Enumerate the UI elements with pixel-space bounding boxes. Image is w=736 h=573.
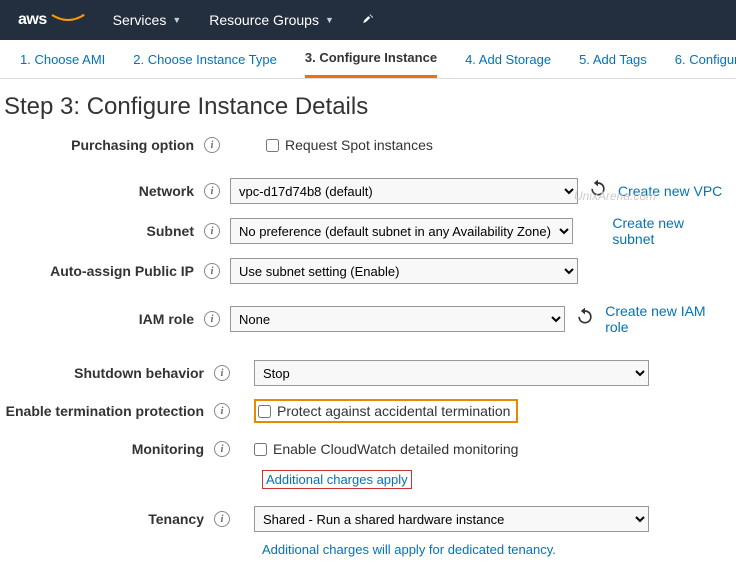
select-network[interactable]: vpc-d17d74b8 (default): [230, 178, 578, 204]
label-monitoring: Monitoring: [0, 441, 210, 457]
link-additional-charges[interactable]: Additional charges apply: [266, 472, 408, 487]
row-shutdown-behavior: Shutdown behavior i Stop: [0, 359, 728, 387]
info-icon[interactable]: i: [214, 441, 230, 457]
nav-services-label: Services: [113, 12, 167, 28]
label-purchasing-option: Purchasing option: [0, 137, 200, 153]
aws-logo[interactable]: aws: [18, 11, 85, 29]
tenancy-note: Additional charges will apply for dedica…: [262, 542, 556, 557]
link-create-iam-role[interactable]: Create new IAM role: [605, 303, 728, 335]
checkbox-monitoring-wrapper[interactable]: Enable CloudWatch detailed monitoring: [254, 441, 518, 457]
info-icon[interactable]: i: [204, 183, 220, 199]
page-title: Step 3: Configure Instance Details: [0, 79, 736, 127]
row-purchasing-option: Purchasing option i Request Spot instanc…: [0, 131, 728, 159]
select-public-ip[interactable]: Use subnet setting (Enable): [230, 258, 578, 284]
checkbox-termination-label: Protect against accidental termination: [277, 403, 510, 419]
form-section-2: Shutdown behavior i Stop Enable terminat…: [0, 355, 736, 563]
checkbox-monitoring-label: Enable CloudWatch detailed monitoring: [273, 441, 518, 457]
checkbox-termination-protection[interactable]: [258, 405, 271, 418]
label-network: Network: [0, 183, 200, 199]
aws-smile-icon: [51, 14, 85, 24]
info-icon[interactable]: i: [214, 511, 230, 527]
info-icon[interactable]: i: [204, 137, 220, 153]
select-iam-role[interactable]: None: [230, 306, 565, 332]
tab-add-storage[interactable]: 4. Add Storage: [465, 52, 551, 77]
row-termination-protection: Enable termination protection i Protect …: [0, 397, 728, 425]
label-public-ip: Auto-assign Public IP: [0, 263, 200, 279]
aws-logo-text: aws: [18, 11, 47, 28]
row-tenancy: Tenancy i Shared - Run a shared hardware…: [0, 505, 728, 533]
label-iam-role: IAM role: [0, 311, 200, 327]
nav-resource-groups[interactable]: Resource Groups ▼: [209, 12, 334, 28]
label-termination-protection: Enable termination protection: [0, 403, 210, 419]
checkbox-spot-instances-wrapper[interactable]: Request Spot instances: [266, 137, 433, 153]
checkbox-spot-instances[interactable]: [266, 139, 279, 152]
row-monitoring: Monitoring i Enable CloudWatch detailed …: [0, 435, 728, 463]
pin-icon[interactable]: [362, 12, 376, 29]
checkbox-spot-instances-label: Request Spot instances: [285, 137, 433, 153]
highlight-box-orange: Protect against accidental termination: [254, 399, 518, 423]
highlight-box-red: Additional charges apply: [262, 470, 412, 489]
select-tenancy[interactable]: Shared - Run a shared hardware instance: [254, 506, 649, 532]
row-tenancy-note: Additional charges will apply for dedica…: [0, 535, 728, 563]
tab-add-tags[interactable]: 5. Add Tags: [579, 52, 647, 77]
link-create-subnet[interactable]: Create new subnet: [612, 215, 728, 247]
nav-services[interactable]: Services ▼: [113, 12, 182, 28]
tab-configure-security[interactable]: 6. Configure Secu: [675, 52, 736, 77]
label-subnet: Subnet: [0, 223, 200, 239]
row-monitoring-note: Additional charges apply: [0, 465, 728, 493]
tab-choose-ami[interactable]: 1. Choose AMI: [20, 52, 105, 77]
nav-resource-groups-label: Resource Groups: [209, 12, 319, 28]
watermark: UnixArena.com: [574, 189, 656, 203]
checkbox-cloudwatch-monitoring[interactable]: [254, 443, 267, 456]
label-tenancy: Tenancy: [0, 511, 210, 527]
wizard-tabs: 1. Choose AMI 2. Choose Instance Type 3.…: [0, 40, 736, 79]
row-subnet: Subnet i No preference (default subnet i…: [0, 215, 728, 247]
refresh-icon[interactable]: [575, 306, 595, 332]
info-icon[interactable]: i: [214, 365, 230, 381]
row-iam-role: IAM role i None Create new IAM role: [0, 303, 728, 335]
info-icon[interactable]: i: [204, 223, 220, 239]
form-section-1: Purchasing option i Request Spot instanc…: [0, 127, 736, 335]
select-shutdown-behavior[interactable]: Stop: [254, 360, 649, 386]
caret-down-icon: ▼: [172, 15, 181, 25]
caret-down-icon: ▼: [325, 15, 334, 25]
checkbox-termination-wrapper[interactable]: Protect against accidental termination: [258, 403, 510, 419]
info-icon[interactable]: i: [214, 403, 230, 419]
tab-choose-instance-type[interactable]: 2. Choose Instance Type: [133, 52, 277, 77]
label-shutdown-behavior: Shutdown behavior: [0, 365, 210, 381]
info-icon[interactable]: i: [204, 263, 220, 279]
info-icon[interactable]: i: [204, 311, 220, 327]
select-subnet[interactable]: No preference (default subnet in any Ava…: [230, 218, 573, 244]
row-public-ip: Auto-assign Public IP i Use subnet setti…: [0, 257, 728, 285]
top-navbar: aws Services ▼ Resource Groups ▼: [0, 0, 736, 40]
tab-configure-instance[interactable]: 3. Configure Instance: [305, 50, 437, 78]
